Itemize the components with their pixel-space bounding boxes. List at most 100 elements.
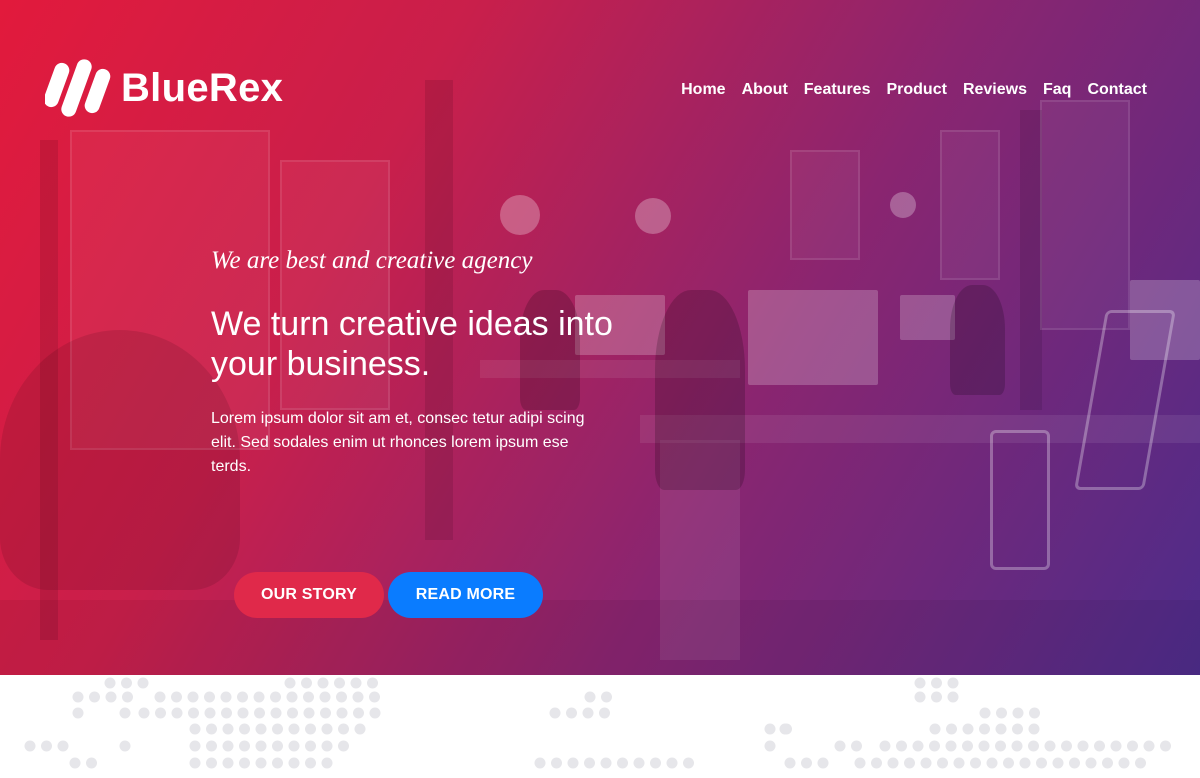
map-dot bbox=[946, 723, 957, 735]
map-dot bbox=[206, 723, 217, 735]
map-dot bbox=[89, 691, 100, 703]
map-dot bbox=[286, 691, 298, 703]
map-dot bbox=[369, 691, 380, 703]
backdrop-window bbox=[940, 130, 1000, 280]
backdrop-lamp bbox=[500, 195, 540, 235]
map-dot bbox=[1160, 740, 1171, 752]
map-dot bbox=[920, 757, 932, 769]
map-dot bbox=[206, 740, 217, 752]
map-dot bbox=[929, 723, 941, 735]
map-dot bbox=[253, 691, 265, 703]
nav-item-product[interactable]: Product bbox=[878, 79, 954, 101]
hero-tagline: We are best and creative agency bbox=[211, 247, 533, 274]
backdrop-window bbox=[790, 150, 860, 260]
map-dot bbox=[979, 707, 991, 719]
map-dot bbox=[617, 757, 628, 769]
map-dot bbox=[962, 723, 974, 735]
map-dot bbox=[272, 740, 283, 752]
our-story-button[interactable]: OUR STORY bbox=[234, 572, 384, 618]
brand-logo[interactable]: BlueRex bbox=[45, 56, 283, 120]
map-dot bbox=[683, 757, 694, 769]
map-dot bbox=[105, 691, 117, 703]
map-dot bbox=[222, 723, 234, 735]
backdrop-chair bbox=[990, 430, 1050, 570]
map-dot bbox=[978, 740, 990, 752]
nav-item-features[interactable]: Features bbox=[796, 79, 879, 101]
nav-item-about[interactable]: About bbox=[734, 79, 796, 101]
map-dot bbox=[945, 740, 957, 752]
map-dot bbox=[764, 723, 776, 735]
backdrop-floor bbox=[0, 600, 1200, 675]
map-dot bbox=[239, 757, 250, 769]
map-dot bbox=[1110, 740, 1122, 752]
map-dot bbox=[914, 677, 926, 689]
map-dot bbox=[305, 757, 316, 769]
map-dot bbox=[1029, 707, 1040, 719]
map-dot bbox=[272, 723, 283, 735]
map-dot bbox=[254, 707, 265, 719]
map-dot bbox=[904, 757, 915, 769]
map-dot bbox=[1012, 707, 1024, 719]
map-dot bbox=[288, 740, 300, 752]
map-dot bbox=[303, 691, 314, 703]
map-dot bbox=[321, 757, 333, 769]
map-dot bbox=[72, 707, 84, 719]
map-dot bbox=[301, 677, 312, 689]
map-dot bbox=[937, 757, 948, 769]
map-dot bbox=[319, 691, 331, 703]
map-dot bbox=[86, 757, 97, 769]
brand-name: BlueRex bbox=[121, 65, 284, 110]
world-map-decoration bbox=[0, 675, 1200, 778]
map-dot bbox=[896, 740, 907, 752]
backdrop-person bbox=[950, 285, 1005, 395]
map-dot bbox=[338, 723, 349, 735]
backdrop-lamp bbox=[890, 192, 916, 218]
map-dot bbox=[970, 757, 981, 769]
map-dot bbox=[633, 757, 645, 769]
map-dot bbox=[287, 707, 298, 719]
backdrop-monitor bbox=[748, 290, 878, 385]
map-dot bbox=[206, 757, 217, 769]
hero-description: Lorem ipsum dolor sit am et, consec tetu… bbox=[211, 410, 585, 475]
nav-item-contact[interactable]: Contact bbox=[1079, 79, 1147, 101]
map-dot bbox=[582, 707, 594, 719]
map-dot bbox=[171, 691, 182, 703]
map-dot bbox=[781, 723, 792, 735]
map-dot bbox=[189, 723, 201, 735]
map-dot bbox=[270, 707, 282, 719]
map-dot bbox=[24, 740, 36, 752]
map-dot bbox=[1127, 740, 1138, 752]
map-dot bbox=[288, 757, 300, 769]
map-dot bbox=[188, 707, 199, 719]
map-dot bbox=[121, 677, 132, 689]
map-dot bbox=[255, 740, 267, 752]
backdrop-window bbox=[1040, 100, 1130, 330]
map-dot bbox=[599, 707, 610, 719]
map-dot bbox=[237, 691, 248, 703]
map-dot bbox=[222, 740, 234, 752]
map-dot bbox=[305, 740, 316, 752]
nav-item-faq[interactable]: Faq bbox=[1035, 79, 1079, 101]
nav-item-home[interactable]: Home bbox=[673, 79, 733, 101]
map-dot bbox=[239, 740, 250, 752]
map-dot bbox=[887, 757, 899, 769]
map-dot bbox=[1069, 757, 1080, 769]
map-dot bbox=[817, 757, 829, 769]
map-dot bbox=[1019, 757, 1031, 769]
map-dot bbox=[534, 757, 546, 769]
nav-item-reviews[interactable]: Reviews bbox=[955, 79, 1035, 101]
map-dot bbox=[69, 757, 81, 769]
map-dot bbox=[222, 757, 234, 769]
map-dot bbox=[1094, 740, 1105, 752]
map-dot bbox=[834, 740, 846, 752]
map-dot bbox=[336, 691, 347, 703]
map-dot bbox=[187, 691, 199, 703]
map-dot bbox=[566, 707, 577, 719]
read-more-button[interactable]: READ MORE bbox=[388, 572, 543, 618]
map-dot bbox=[551, 757, 562, 769]
map-dot bbox=[119, 707, 131, 719]
map-dot bbox=[237, 707, 249, 719]
map-dot bbox=[352, 691, 364, 703]
map-dot bbox=[284, 677, 296, 689]
map-dot bbox=[321, 723, 333, 735]
